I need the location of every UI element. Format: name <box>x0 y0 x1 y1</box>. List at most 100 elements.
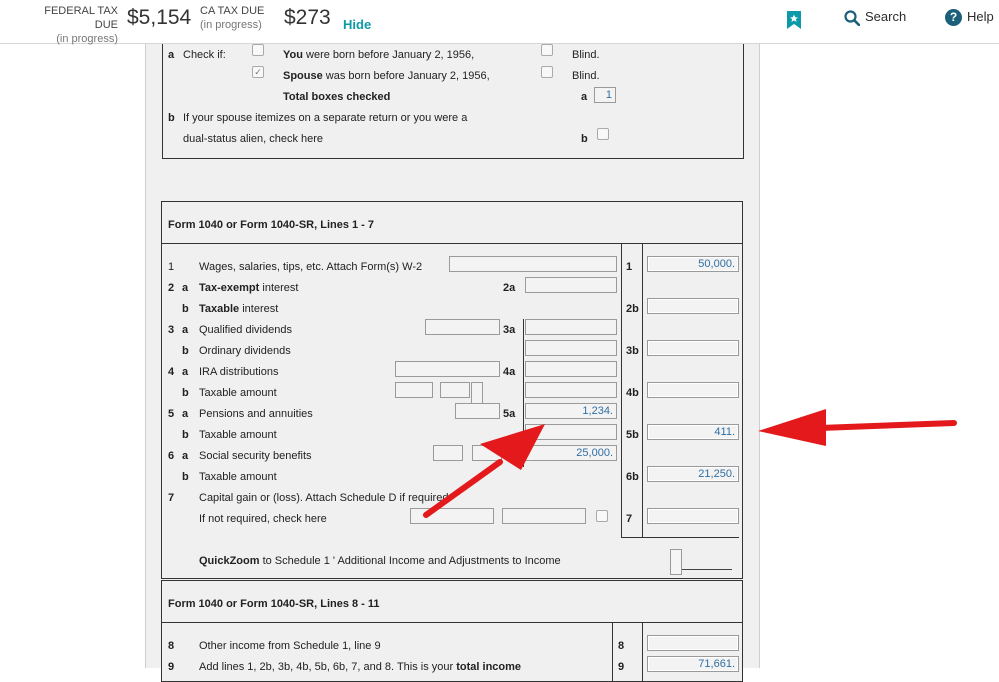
total-boxes-label: Total boxes checked <box>283 91 391 103</box>
federal-tax-label: FEDERAL TAX DUE (in progress) <box>20 4 118 46</box>
lines-8-11-section: Form 1040 or Form 1040-SR, Lines 8 - 11 … <box>161 580 743 682</box>
line-9-bold: total income <box>456 661 522 673</box>
spouse-bold: Spouse <box>283 70 323 82</box>
line-9-amount[interactable]: 71,661. <box>647 656 739 672</box>
spouse-rest: was born before January 2, 1956, <box>325 70 490 82</box>
line-5a-ref: 5a <box>503 408 516 420</box>
line-3b-letter: b <box>182 345 189 357</box>
check-if-label: Check if: <box>183 49 226 61</box>
you-blind-checkbox[interactable] <box>541 44 553 56</box>
form-page: a Check if: You were born before January… <box>145 41 760 682</box>
line-4b-detail-amount[interactable] <box>525 382 617 398</box>
line-7-not-required-label: If not required, check here <box>199 513 327 525</box>
line-3a-detail-input[interactable] <box>425 319 500 335</box>
line-3a-letter: a <box>182 324 189 336</box>
line-8-num: 8 <box>168 640 175 652</box>
line-2b-letter: b <box>182 303 189 315</box>
total-boxes-input[interactable]: 1 <box>594 87 616 103</box>
line-1-ref: 1 <box>626 261 633 273</box>
line-6b-label: Taxable amount <box>199 471 277 483</box>
spouse-blind-checkbox[interactable] <box>541 66 553 78</box>
line-9-text: Add lines 1, 2b, 3b, 4b, 5b, 6b, 7, and … <box>199 661 454 673</box>
line-2a-letter: a <box>182 282 189 294</box>
line-6a-letter: a <box>182 450 189 462</box>
line-4a-amount[interactable] <box>525 361 617 377</box>
line-4b-ref: 4b <box>626 387 639 399</box>
line-4a-label: IRA distributions <box>199 366 279 378</box>
section-title-8-11: Form 1040 or Form 1040-SR, Lines 8 - 11 <box>168 598 380 610</box>
help-button[interactable]: ? Help <box>945 9 994 31</box>
line-7-ref: 7 <box>626 513 633 525</box>
lines-1-7-section: Form 1040 or Form 1040-SR, Lines 1 - 7 1… <box>161 201 743 579</box>
line-7-label: Capital gain or (loss). Attach Schedule … <box>199 492 452 504</box>
arrow-to-line-5b <box>758 409 957 446</box>
dual-status-checkbox[interactable] <box>597 128 609 140</box>
search-button[interactable]: Search <box>844 9 906 31</box>
line-2a-ref: 2a <box>503 282 516 294</box>
spouse-born-checkbox[interactable]: ✓ <box>252 66 264 78</box>
ca-tax-status: (in progress) <box>200 19 262 31</box>
line-4a-detail-input[interactable] <box>395 361 500 377</box>
line-6-num: 6 <box>168 450 175 462</box>
line-7-detail-input-1[interactable] <box>410 508 494 524</box>
line-4a-letter: a <box>182 366 189 378</box>
line-6b-amount[interactable]: 21,250. <box>647 466 739 482</box>
line-2b-amount[interactable] <box>647 298 739 314</box>
search-icon <box>844 9 861 26</box>
line-1-amount[interactable]: 50,000. <box>647 256 739 272</box>
line-6a-detail-input-1[interactable] <box>433 445 463 461</box>
line-7-not-required-checkbox[interactable] <box>596 510 608 522</box>
hide-link[interactable]: Hide <box>343 17 371 32</box>
line-4b-detail-input-1[interactable] <box>395 382 433 398</box>
line-1-label: Wages, salaries, tips, etc. Attach Form(… <box>199 261 423 273</box>
line-7-detail-input-2[interactable] <box>502 508 586 524</box>
quickzoom-rest: to Schedule 1 ' Additional Income and Ad… <box>262 555 561 567</box>
line-3b-amount[interactable] <box>647 340 739 356</box>
line-4b-detail-input-3[interactable] <box>471 382 483 404</box>
blind-label-spouse: Blind. <box>572 70 600 82</box>
section-divider-2 <box>162 622 742 623</box>
line-2a-amount[interactable] <box>525 277 617 293</box>
total-boxes-letter: a <box>581 91 588 103</box>
line-6a-amount[interactable]: 25,000. <box>525 445 617 461</box>
line-2a-bold: Tax-exempt <box>199 282 260 294</box>
line-2-num: 2 <box>168 282 175 294</box>
ref-column-bottom <box>621 537 739 538</box>
line-3a-ref: 3a <box>503 324 516 336</box>
line-4-num: 4 <box>168 366 175 378</box>
line-6a-detail-input-2[interactable] <box>472 445 502 461</box>
line-4b-detail-input-2[interactable] <box>440 382 470 398</box>
line-5a-letter: a <box>182 408 189 420</box>
line-2b-label: Taxable interest <box>199 303 278 316</box>
line-8-amount[interactable] <box>647 635 739 651</box>
line-5b-detail-input[interactable] <box>525 424 617 440</box>
line-3b-detail-input[interactable] <box>525 340 617 356</box>
line-3b-label: Ordinary dividends <box>199 345 291 357</box>
line-2a-rest: interest <box>262 282 299 294</box>
line-1-w2-input[interactable] <box>449 256 617 272</box>
line-8-label: Other income from Schedule 1, line 9 <box>199 640 381 652</box>
spouse-itemizes-label: If your spouse itemizes on a separate re… <box>183 112 468 124</box>
quickzoom-button[interactable] <box>670 549 682 575</box>
line-2b-rest: interest <box>242 303 279 315</box>
quickzoom-underline <box>682 569 732 570</box>
a-column-border <box>523 319 524 467</box>
line-5b-amount[interactable]: 411. <box>647 424 739 440</box>
line-5a-amount[interactable]: 1,234. <box>525 403 617 419</box>
line-a-letter: a <box>168 49 175 61</box>
line-5a-detail-input[interactable] <box>455 403 500 419</box>
line-3a-amount[interactable] <box>525 319 617 335</box>
line-4b-amount[interactable] <box>647 382 739 398</box>
quickzoom-schedule-1-link[interactable]: QuickZoom to Schedule 1 ' Additional Inc… <box>199 555 561 568</box>
line-7-amount[interactable] <box>647 508 739 524</box>
blind-label-you: Blind. <box>572 49 600 61</box>
line-4b-letter: b <box>182 387 189 399</box>
line-8-ref: 8 <box>618 640 625 652</box>
you-born-checkbox[interactable] <box>252 44 264 56</box>
you-rest: were born before January 2, 1956, <box>306 49 475 61</box>
help-icon: ? <box>945 9 962 27</box>
ref-column-right-border <box>642 243 643 538</box>
line-5a-label: Pensions and annuities <box>199 408 313 420</box>
bookmark-icon[interactable] <box>786 10 802 30</box>
line-1-num: 1 <box>168 261 175 273</box>
